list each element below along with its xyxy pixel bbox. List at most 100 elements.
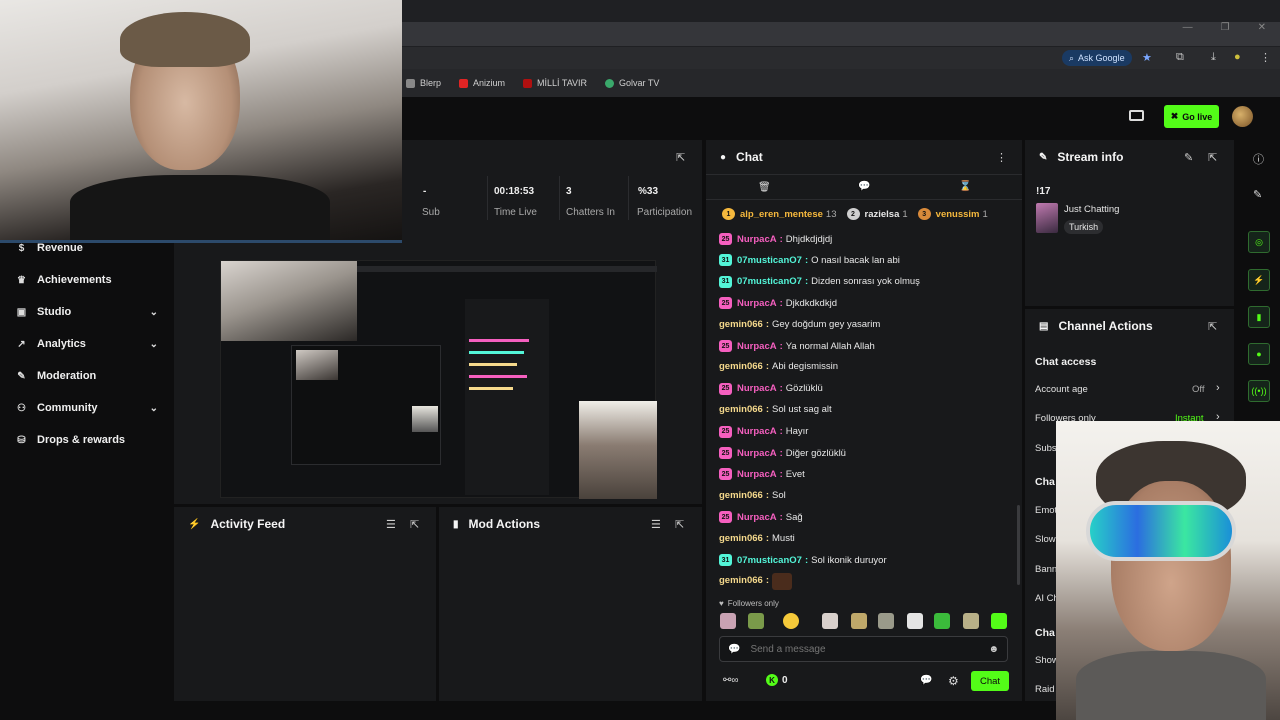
chat-username[interactable]: gemin066 xyxy=(719,533,763,544)
chat-username[interactable]: gemin066 xyxy=(719,575,763,586)
hourglass-icon[interactable]: ⌛ xyxy=(959,181,971,192)
filter-icon[interactable]: ☰ xyxy=(651,518,661,531)
sidebar-item-drops-rewards[interactable]: ⛁ Drops & rewards xyxy=(16,434,158,446)
emote-2[interactable] xyxy=(748,613,764,629)
chat-message[interactable]: gemin066: Musti xyxy=(719,533,795,544)
profile-icon[interactable]: ● xyxy=(1234,51,1241,63)
chat-username[interactable]: 07musticanO7 xyxy=(737,276,802,287)
emote-10[interactable] xyxy=(991,613,1007,629)
emote-6[interactable] xyxy=(878,613,894,629)
chat-username[interactable]: NurpacA xyxy=(737,469,777,480)
popout-icon[interactable]: ⇱ xyxy=(676,151,685,164)
chat-message[interactable]: 25 NurpacA: Djkdkdkdkjd xyxy=(719,297,837,310)
leader-2[interactable]: 2 razielsa 1 xyxy=(846,208,908,220)
chat-bubble-icon[interactable]: 💬 xyxy=(920,675,932,686)
avatar[interactable] xyxy=(1232,106,1253,127)
chat-message[interactable]: 31 07musticanO7: O nasıl bacak lan abi xyxy=(719,254,900,267)
chat-username[interactable]: NurpacA xyxy=(737,512,777,523)
leader-1[interactable]: 1 alp_eren_mentese 13 xyxy=(722,208,837,220)
chat-username[interactable]: NurpacA xyxy=(737,298,777,309)
chat-scrollbar[interactable] xyxy=(1017,505,1020,585)
chat-username[interactable]: 07musticanO7 xyxy=(737,255,802,266)
go-live-button[interactable]: ✖ Go live xyxy=(1164,105,1219,128)
popout-icon[interactable]: ⇱ xyxy=(1208,151,1217,164)
emote-1[interactable] xyxy=(720,613,736,629)
chat-message[interactable]: 25 NurpacA: Hayır xyxy=(719,425,808,438)
browser-menu-icon[interactable]: ⋮ xyxy=(1260,51,1271,64)
chat-message[interactable]: 25 NurpacA: Dhjdkdjdjdj xyxy=(719,233,832,245)
more-options-icon[interactable]: ⋮ xyxy=(996,151,1007,164)
studio-mode-icon[interactable] xyxy=(1129,110,1144,121)
chat-username[interactable]: NurpacA xyxy=(737,383,777,394)
leader-3[interactable]: 3 venussim 1 xyxy=(917,208,988,220)
rail-clipboard-button[interactable]: ▮ xyxy=(1248,306,1270,328)
rail-lightning-button[interactable]: ⚡ xyxy=(1248,269,1270,291)
chat-message[interactable]: 25 NurpacA: Evet xyxy=(719,468,805,481)
sidebar-item-community[interactable]: ⚇ Community ⌄ xyxy=(16,402,158,414)
sidebar-item-moderation[interactable]: ✎ Moderation xyxy=(16,370,158,382)
info-icon[interactable]: ⓘ xyxy=(1253,151,1264,167)
chat-username[interactable]: gemin066 xyxy=(719,404,763,415)
popout-icon[interactable]: ⇱ xyxy=(675,518,684,531)
filter-icon[interactable]: ☰ xyxy=(386,518,396,531)
emoji-icon[interactable]: ☻ xyxy=(988,644,999,655)
sidebar-item-revenue[interactable]: $ Revenue xyxy=(16,242,158,254)
chat-username[interactable]: NurpacA xyxy=(737,426,777,437)
minimize-button[interactable]: — xyxy=(1183,22,1193,33)
send-chat-button[interactable]: Chat xyxy=(971,671,1009,691)
sidebar-item-analytics[interactable]: ↗ Analytics ⌄ xyxy=(16,338,158,350)
chat-message[interactable]: gemin066: Sol xyxy=(719,490,786,501)
sidebar-item-achievements[interactable]: ♛ Achievements xyxy=(16,274,158,286)
edit-icon[interactable]: ✎ xyxy=(1184,151,1193,164)
bookmark-milli-tavir[interactable]: MİLLİ TAVIR xyxy=(523,78,587,88)
maximize-button[interactable]: ❐ xyxy=(1221,22,1230,33)
chat-username[interactable]: 07musticanO7 xyxy=(737,555,802,566)
link-icon[interactable]: ⚯∞ xyxy=(723,675,739,686)
close-window-button[interactable]: ✕ xyxy=(1258,22,1266,33)
chat-username[interactable]: NurpacA xyxy=(737,341,777,352)
ask-google-button[interactable]: ⌕ Ask Google xyxy=(1062,50,1132,66)
popout-icon[interactable]: ⇱ xyxy=(1208,320,1217,333)
popout-icon[interactable]: ⇱ xyxy=(410,518,419,531)
chat-message[interactable]: gemin066: Sol ust sag alt xyxy=(719,404,832,415)
pencil-icon[interactable]: ✎ xyxy=(1253,188,1262,201)
sidebar-item-studio[interactable]: ▣ Studio ⌄ xyxy=(16,306,158,318)
chat-username[interactable]: NurpacA xyxy=(737,448,777,459)
chat-message[interactable]: gemin066: xyxy=(719,575,772,586)
chat-colon: : xyxy=(765,361,769,373)
bookmark-star-icon[interactable]: ★ xyxy=(1142,51,1152,64)
chat-bubble-icon[interactable]: 💬 xyxy=(858,181,870,192)
rail-chat-button[interactable]: ● xyxy=(1248,343,1270,365)
chat-message[interactable]: 25 NurpacA: Diğer gözlüklü xyxy=(719,447,846,459)
emote-4[interactable] xyxy=(822,613,838,629)
emote-8[interactable] xyxy=(934,613,950,629)
chat-message[interactable]: 31 07musticanO7: Dizden sonrası yok olmuş xyxy=(719,275,920,288)
chat-message[interactable]: gemin066: Abi degismissin xyxy=(719,361,838,372)
chat-message[interactable]: gemin066: Gey doğdum gey yasarim xyxy=(719,319,880,330)
gear-icon[interactable]: ⚙ xyxy=(948,674,959,688)
chat-message[interactable]: 25 NurpacA: Gözlüklü xyxy=(719,382,823,395)
bookmark-blerp[interactable]: Blerp xyxy=(406,78,441,88)
account-age-value[interactable]: Off xyxy=(1192,384,1205,395)
emote-9[interactable] xyxy=(963,613,979,629)
chat-message[interactable]: 25 NurpacA: Sağ xyxy=(719,511,803,524)
chat-username[interactable]: NurpacA xyxy=(737,234,777,245)
chat-username[interactable]: gemin066 xyxy=(719,361,763,372)
rail-broadcast-button[interactable]: ((•)) xyxy=(1248,380,1270,402)
download-icon[interactable]: ⤓ xyxy=(1211,51,1216,64)
chat-username[interactable]: gemin066 xyxy=(719,490,763,501)
emote-3[interactable] xyxy=(783,613,799,629)
extensions-icon[interactable]: ⧉ xyxy=(1176,51,1184,64)
chevron-right-icon[interactable]: › xyxy=(1216,382,1220,394)
trash-icon[interactable]: 🗑 xyxy=(758,182,771,193)
chat-message[interactable]: 25 NurpacA: Ya normal Allah Allah xyxy=(719,340,875,352)
chat-username[interactable]: gemin066 xyxy=(719,319,763,330)
emote-7[interactable] xyxy=(907,613,923,629)
chat-input[interactable] xyxy=(750,643,979,655)
rail-camera-button[interactable]: ◎ xyxy=(1248,231,1270,253)
bookmark-anizium[interactable]: Anizium xyxy=(459,78,505,88)
bookmark-golvar-tv[interactable]: Golvar TV xyxy=(605,78,659,88)
category-name[interactable]: Just Chatting xyxy=(1064,204,1119,215)
chat-message[interactable]: 31 07musticanO7: Sol ikonik duruyor xyxy=(719,554,887,566)
emote-5[interactable] xyxy=(851,613,867,629)
